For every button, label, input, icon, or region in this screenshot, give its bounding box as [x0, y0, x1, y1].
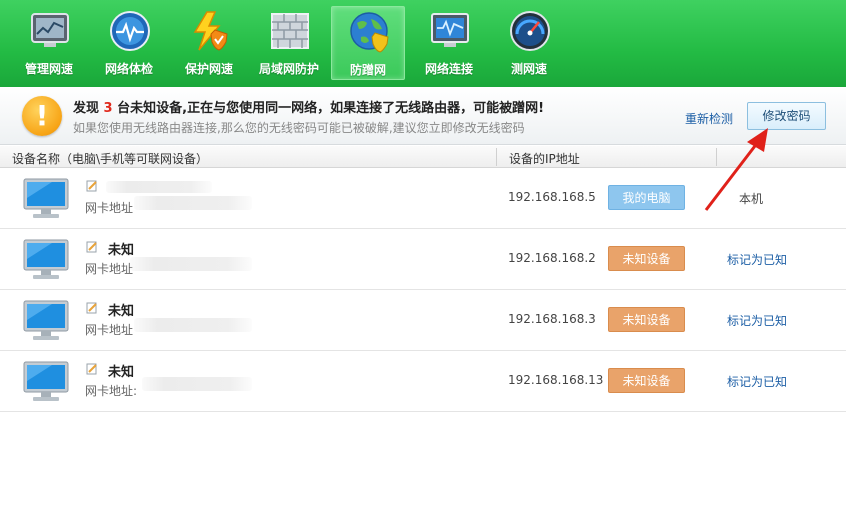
mark-as-known-link[interactable]: 标记为已知	[727, 251, 787, 268]
tool-label: 局域网防护	[258, 62, 319, 76]
annotation-arrow-icon	[704, 128, 768, 211]
lightning-shield-icon	[193, 11, 228, 51]
device-ip: 192.168.168.3	[508, 312, 596, 326]
speedometer-icon	[510, 11, 550, 51]
device-name: 未知	[108, 365, 135, 380]
device-ip: 192.168.168.5	[508, 190, 596, 204]
redacted-mac-address	[142, 377, 252, 391]
computer-monitor-icon	[23, 178, 69, 218]
device-name: 未知	[108, 243, 135, 258]
tool-label: 保护网速	[184, 62, 233, 76]
status-badge: 未知设备	[608, 246, 685, 271]
status-badge: 我的电脑	[608, 185, 685, 210]
redacted-mac-address	[134, 196, 252, 210]
tool-network-checkup[interactable]: 网络体检	[92, 6, 166, 80]
globe-shield-icon	[350, 12, 389, 53]
unknown-device-count: 3	[103, 101, 113, 116]
tool-label: 网络体检	[104, 62, 153, 76]
mark-as-known-link[interactable]: 标记为已知	[727, 373, 787, 390]
tool-speed-test[interactable]: 测网速	[492, 6, 566, 80]
warning-headline: 发现 3 台未知设备,正在与您使用同一网络，如果连接了无线路由器，可能被蹭网!	[73, 97, 544, 116]
status-badge: 未知设备	[608, 307, 685, 332]
edit-name-icon[interactable]	[86, 241, 98, 253]
redacted-mac-address	[134, 318, 252, 332]
tool-manage-speed[interactable]: 管理网速	[12, 6, 86, 80]
computer-monitor-icon	[23, 239, 69, 279]
device-row: 未知 网卡地址 192.168.168.3 未知设备 标记为已知	[0, 290, 846, 351]
edit-name-icon[interactable]	[86, 363, 98, 375]
column-device-name: 设备名称（电脑\手机等可联网设备）	[12, 152, 209, 166]
status-badge: 未知设备	[608, 368, 685, 393]
tool-lan-protection[interactable]: 局域网防护	[252, 6, 326, 80]
exclamation-icon: !	[22, 96, 62, 136]
device-ip: 192.168.168.13	[508, 373, 604, 387]
tool-label: 网络连接	[424, 62, 473, 76]
tool-label: 管理网速	[24, 62, 73, 76]
firewall-brick-icon	[271, 13, 309, 49]
redacted-device-name	[106, 181, 212, 193]
mac-address-label: 网卡地址:	[85, 384, 138, 398]
heartbeat-globe-icon	[110, 11, 150, 51]
mac-address-label: 网卡地址	[85, 201, 134, 215]
tool-anti-freeloading[interactable]: 防蹭网	[331, 6, 405, 80]
device-row: 未知 网卡地址 192.168.168.2 未知设备 标记为已知	[0, 229, 846, 290]
main-toolbar: 管理网速 网络体检 保护网速 局域网防护 防蹭网 网络连接 测网速	[0, 0, 846, 87]
speed-monitor-icon	[31, 13, 69, 47]
tool-label: 防蹭网	[349, 63, 386, 77]
redacted-mac-address	[130, 257, 252, 271]
warning-prefix: 发现	[73, 101, 100, 116]
mark-as-known-link[interactable]: 标记为已知	[727, 312, 787, 329]
column-divider[interactable]	[496, 148, 497, 166]
computer-monitor-icon	[23, 300, 69, 340]
device-ip: 192.168.168.2	[508, 251, 596, 265]
device-name: 未知	[108, 304, 135, 319]
network-screen-icon	[431, 13, 469, 47]
mac-address-label: 网卡地址	[85, 262, 134, 276]
column-ip-address: 设备的IP地址	[509, 152, 580, 166]
tool-protect-speed[interactable]: 保护网速	[172, 6, 246, 80]
warning-detail: 如果您使用无线路由器连接,那么您的无线密码可能已被破解,建议您立即修改无线密码	[73, 121, 525, 135]
device-row: 未知 网卡地址: 192.168.168.13 未知设备 标记为已知	[0, 351, 846, 412]
tool-label: 测网速	[510, 62, 547, 76]
computer-monitor-icon	[23, 361, 69, 401]
tool-network-connection[interactable]: 网络连接	[412, 6, 486, 80]
warning-suffix: 台未知设备,正在与您使用同一网络，如果连接了无线路由器，可能被蹭网!	[117, 101, 544, 116]
edit-name-icon[interactable]	[86, 180, 98, 192]
edit-name-icon[interactable]	[86, 302, 98, 314]
mac-address-label: 网卡地址	[85, 323, 134, 337]
